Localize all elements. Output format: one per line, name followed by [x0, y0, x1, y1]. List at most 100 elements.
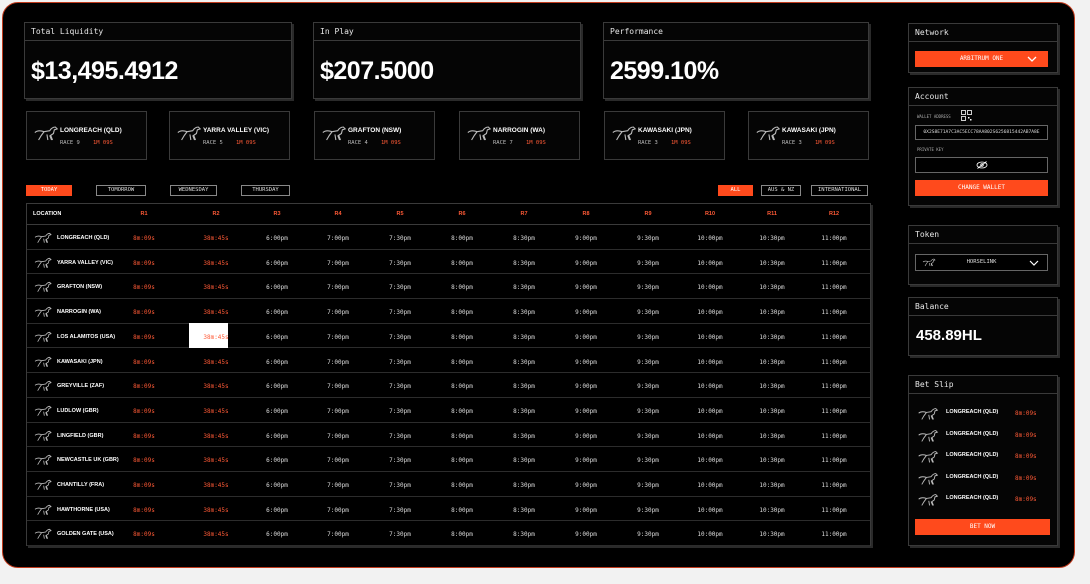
race-time-cell[interactable]: 8:00pm — [451, 482, 473, 489]
race-time-cell[interactable]: 10:30pm — [759, 383, 784, 390]
race-time-cell[interactable]: 38m:45s — [203, 507, 228, 514]
race-time-cell[interactable]: 7:30pm — [389, 359, 411, 366]
race-card[interactable]: NARROGIN (WA) RACE 7 1M 09S — [459, 111, 580, 160]
race-time-cell[interactable]: 8:30pm — [513, 408, 535, 415]
race-time-cell[interactable]: 8:00pm — [451, 433, 473, 440]
race-time-cell[interactable]: 9:30pm — [637, 433, 659, 440]
race-time-cell[interactable]: 11:00pm — [821, 260, 846, 267]
race-time-cell[interactable]: 8:30pm — [513, 507, 535, 514]
race-time-cell[interactable]: 8m:09s — [133, 408, 155, 415]
race-time-cell[interactable]: 7:30pm — [389, 235, 411, 242]
race-time-cell[interactable]: 38m:45s — [203, 383, 228, 390]
race-time-cell[interactable]: 10:30pm — [759, 531, 784, 538]
row-location[interactable]: LINGFIELD (GBR) — [57, 433, 103, 439]
race-time-cell[interactable]: 9:00pm — [575, 457, 597, 464]
row-location[interactable]: CHANTILLY (FRA) — [57, 482, 104, 488]
race-time-cell[interactable]: 38m:45s — [203, 531, 228, 538]
race-time-cell[interactable]: 6:00pm — [266, 235, 288, 242]
row-location[interactable]: GOLDEN GATE (USA) — [57, 531, 114, 537]
race-time-cell[interactable]: 9:30pm — [637, 334, 659, 341]
race-time-cell[interactable]: 7:00pm — [327, 383, 349, 390]
race-time-cell[interactable]: 8:00pm — [451, 531, 473, 538]
race-time-cell[interactable]: 8:00pm — [451, 284, 473, 291]
row-location[interactable]: GREYVILLE (ZAF) — [57, 383, 104, 389]
race-time-cell[interactable]: 10:30pm — [759, 433, 784, 440]
race-time-cell[interactable]: 6:00pm — [266, 309, 288, 316]
race-time-cell[interactable]: 10:00pm — [697, 531, 722, 538]
race-time-cell[interactable]: 6:00pm — [266, 408, 288, 415]
race-card[interactable]: KAWASAKI (JPN) RACE 3 1M 09S — [748, 111, 869, 160]
race-time-cell[interactable]: 8m:09s — [133, 334, 155, 341]
race-time-cell[interactable]: 8:30pm — [513, 309, 535, 316]
race-time-cell[interactable]: 7:00pm — [327, 507, 349, 514]
race-time-cell[interactable]: 11:00pm — [821, 334, 846, 341]
row-location[interactable]: LOS ALAMITOS (USA) — [57, 334, 115, 340]
race-time-cell[interactable]: 8:00pm — [451, 359, 473, 366]
race-time-cell[interactable]: 11:00pm — [821, 359, 846, 366]
tab-thursday[interactable]: THURSDAY — [241, 185, 290, 196]
race-time-cell[interactable]: 9:30pm — [637, 235, 659, 242]
race-time-cell[interactable]: 10:00pm — [697, 284, 722, 291]
bet-slip-item[interactable]: LONGREACH (QLD) 8m:09s — [909, 404, 1057, 424]
race-time-cell[interactable]: 6:00pm — [266, 482, 288, 489]
bet-now-button[interactable]: BET NOW — [915, 519, 1050, 535]
race-card[interactable]: GRAFTON (NSW) RACE 4 1M 09S — [314, 111, 435, 160]
race-time-cell[interactable]: 11:00pm — [821, 433, 846, 440]
race-card[interactable]: KAWASAKI (JPN) RACE 3 1M 09S — [604, 111, 725, 160]
race-time-cell[interactable]: 8m:09s — [133, 383, 155, 390]
race-time-cell[interactable]: 38m:45s — [203, 260, 228, 267]
race-time-cell[interactable]: 7:30pm — [389, 531, 411, 538]
row-location[interactable]: NEWCASTLE UK (GBR) — [57, 457, 119, 463]
race-time-cell[interactable]: 10:30pm — [759, 309, 784, 316]
region-international[interactable]: INTERNATIONAL — [811, 185, 868, 196]
race-time-cell[interactable]: 7:00pm — [327, 457, 349, 464]
race-time-cell[interactable]: 9:00pm — [575, 284, 597, 291]
race-time-cell[interactable]: 11:00pm — [821, 284, 846, 291]
race-time-cell[interactable]: 8:30pm — [513, 260, 535, 267]
row-location[interactable]: LUDLOW (GBR) — [57, 408, 99, 414]
race-time-cell[interactable]: 8:30pm — [513, 433, 535, 440]
race-time-cell[interactable]: 8m:09s — [133, 260, 155, 267]
race-time-cell[interactable]: 6:00pm — [266, 334, 288, 341]
race-time-cell[interactable]: 8:00pm — [451, 457, 473, 464]
race-time-cell[interactable]: 10:30pm — [759, 408, 784, 415]
race-time-cell[interactable]: 8:30pm — [513, 482, 535, 489]
race-time-cell[interactable]: 8:30pm — [513, 457, 535, 464]
race-time-cell[interactable]: 11:00pm — [821, 531, 846, 538]
race-time-cell[interactable]: 10:00pm — [697, 408, 722, 415]
race-time-cell[interactable]: 7:00pm — [327, 531, 349, 538]
row-location[interactable]: HAWTHORNE (USA) — [57, 507, 110, 513]
change-wallet-button[interactable]: CHANGE WALLET — [915, 180, 1048, 196]
race-time-cell[interactable]: 8:30pm — [513, 359, 535, 366]
race-time-cell[interactable]: 8m:09s — [133, 482, 155, 489]
race-time-cell[interactable]: 7:30pm — [389, 383, 411, 390]
race-time-cell[interactable]: 9:00pm — [575, 482, 597, 489]
race-time-cell[interactable]: 8:30pm — [513, 531, 535, 538]
race-time-cell[interactable]: 6:00pm — [266, 457, 288, 464]
region-aus-nz[interactable]: AUS & NZ — [761, 185, 801, 196]
race-card[interactable]: YARRA VALLEY (VIC) RACE 5 1M 09S — [169, 111, 290, 160]
race-time-cell[interactable]: 6:00pm — [266, 284, 288, 291]
race-time-cell[interactable]: 8m:09s — [133, 531, 155, 538]
race-time-cell[interactable]: 8:30pm — [513, 284, 535, 291]
race-time-cell[interactable]: 7:30pm — [389, 457, 411, 464]
race-time-cell[interactable]: 10:30pm — [759, 235, 784, 242]
race-time-cell[interactable]: 11:00pm — [821, 457, 846, 464]
race-time-cell[interactable]: 6:00pm — [266, 383, 288, 390]
race-time-cell[interactable]: 10:00pm — [697, 260, 722, 267]
race-time-cell[interactable]: 10:30pm — [759, 359, 784, 366]
race-card[interactable]: LONGREACH (QLD) RACE 9 1M 09S — [26, 111, 147, 160]
race-time-cell[interactable]: 11:00pm — [821, 383, 846, 390]
race-time-cell[interactable]: 10:00pm — [697, 433, 722, 440]
race-time-cell[interactable]: 7:00pm — [327, 408, 349, 415]
race-time-cell[interactable]: 10:30pm — [759, 260, 784, 267]
race-time-cell[interactable]: 9:30pm — [637, 457, 659, 464]
race-time-cell[interactable]: 7:00pm — [327, 334, 349, 341]
race-time-cell[interactable]: 8m:09s — [133, 457, 155, 464]
race-time-cell[interactable]: 11:00pm — [821, 408, 846, 415]
race-time-cell[interactable]: 9:00pm — [575, 359, 597, 366]
region-all[interactable]: ALL — [718, 185, 753, 196]
race-time-cell[interactable]: 7:00pm — [327, 433, 349, 440]
race-time-cell[interactable]: 8:00pm — [451, 383, 473, 390]
race-time-cell[interactable]: 9:30pm — [637, 309, 659, 316]
